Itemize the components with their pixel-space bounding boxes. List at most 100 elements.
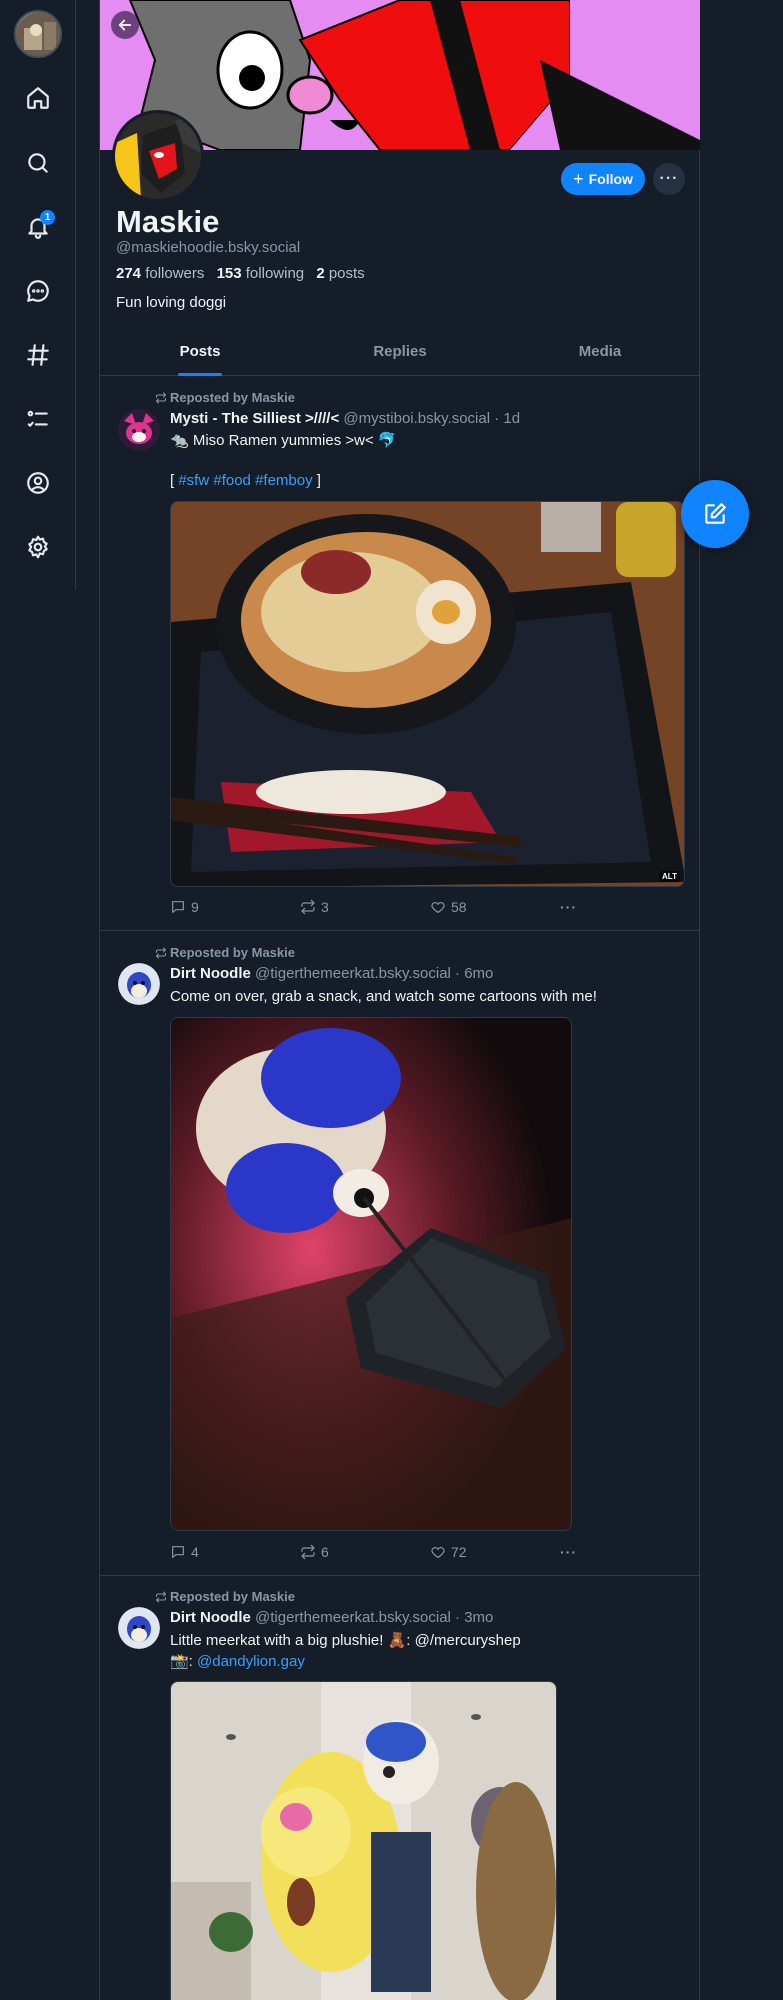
ellipsis-icon: ··· — [560, 1544, 577, 1560]
list-icon — [27, 410, 48, 427]
image-alt-badge[interactable]: ALT — [659, 871, 680, 882]
post-header: Dirt Noodle @tigerthemeerkat.bsky.social… — [170, 1609, 493, 1626]
ramen-photo — [171, 502, 684, 886]
post-tags-line: [ #sfw #food #femboy ] — [170, 470, 321, 491]
ellipsis-icon: ··· — [659, 170, 679, 187]
reply-button[interactable]: 9 — [170, 899, 199, 915]
profile-nav-button[interactable] — [18, 463, 58, 503]
notification-count-badge: 1 — [40, 210, 55, 225]
repost-icon — [156, 947, 166, 958]
repost-indicator: Reposted by Maskie — [155, 945, 295, 960]
search-nav-button[interactable] — [18, 143, 58, 183]
feed-post[interactable]: Reposted by Maskie Mysti - The Silliest … — [100, 377, 700, 931]
post-author-avatar[interactable] — [118, 409, 160, 451]
left-nav-rail: 1 — [0, 0, 76, 590]
post-more-button[interactable]: ··· — [560, 899, 577, 915]
repost-label: Reposted by Maskie — [170, 390, 295, 405]
post-more-button[interactable]: ··· — [560, 1544, 577, 1560]
heart-icon — [431, 902, 445, 913]
hashtag-link[interactable]: #femboy — [255, 472, 313, 489]
meerkat-plushie-photo — [171, 1682, 556, 2000]
back-button[interactable] — [111, 11, 139, 39]
post-author-handle[interactable]: @tigerthemeerkat.bsky.social — [255, 965, 451, 982]
post-text: 🐀 Miso Ramen yummies >w< 🐬 — [170, 432, 397, 449]
follow-button-label: Follow — [588, 171, 633, 187]
profile-avatar[interactable] — [112, 110, 204, 202]
repost-button[interactable]: 6 — [300, 1544, 329, 1560]
like-count: 72 — [451, 1544, 467, 1560]
feed-post[interactable]: Reposted by Maskie Dirt Noodle @tigerthe… — [100, 931, 700, 1576]
author-avatar-image — [118, 1607, 160, 1649]
mention-link[interactable]: @dandylion.gay — [197, 1653, 305, 1670]
post-timestamp[interactable]: · 3mo — [455, 1609, 493, 1626]
followers-label: followers — [145, 265, 205, 282]
profile-more-options-button[interactable]: ··· — [653, 163, 685, 195]
repost-label: Reposted by Maskie — [170, 1589, 295, 1604]
fursuit-tv-photo — [171, 1018, 571, 1530]
followers-stat[interactable]: 274 followers — [116, 265, 204, 282]
lists-nav-button[interactable] — [18, 399, 58, 439]
arrow-left-icon — [118, 19, 132, 31]
like-button[interactable]: 58 — [430, 899, 467, 915]
profile-display-name: Maskie — [116, 204, 220, 239]
user-avatar-image — [16, 12, 60, 56]
repost-icon — [156, 392, 166, 403]
post-image[interactable] — [170, 1017, 572, 1531]
post-author-handle[interactable]: @mystiboi.bsky.social — [343, 410, 490, 427]
tab-replies[interactable]: Replies — [300, 330, 500, 375]
hashtag-link[interactable]: #sfw — [178, 472, 209, 489]
tab-media[interactable]: Media — [500, 330, 700, 375]
compose-post-button[interactable] — [681, 480, 749, 548]
post-timestamp[interactable]: · 1d — [494, 410, 520, 427]
gear-icon — [28, 535, 48, 559]
profile-bio: Fun loving doggi — [116, 294, 227, 311]
compose-icon — [705, 503, 726, 524]
post-image[interactable] — [170, 1681, 557, 2000]
settings-nav-button[interactable] — [18, 527, 58, 567]
repost-count: 3 — [321, 899, 329, 915]
reply-count: 4 — [191, 1544, 199, 1560]
posts-count: 2 — [316, 265, 325, 282]
repost-icon — [156, 1591, 166, 1602]
post-author-avatar[interactable] — [118, 963, 160, 1005]
reply-icon — [172, 901, 184, 913]
post-actions: 4 6 72 ··· — [170, 1544, 590, 1564]
profile-main-column: + Follow ··· Maskie @maskiehoodie.bsky.s… — [99, 0, 700, 2000]
plus-icon: + — [573, 169, 584, 189]
repost-button[interactable]: 3 — [300, 899, 329, 915]
post-author-name[interactable]: Dirt Noodle — [170, 1609, 251, 1626]
following-count: 153 — [216, 265, 242, 282]
followers-count: 274 — [116, 265, 142, 282]
search-icon — [28, 153, 48, 173]
chat-nav-button[interactable] — [18, 271, 58, 311]
like-button[interactable]: 72 — [430, 1544, 467, 1560]
author-avatar-image — [118, 963, 160, 1005]
author-avatar-image — [118, 409, 160, 451]
post-author-handle[interactable]: @tigerthemeerkat.bsky.social — [255, 1609, 451, 1626]
post-header: Mysti - The Silliest >////< @mystiboi.bs… — [170, 410, 520, 427]
follow-button[interactable]: + Follow — [561, 163, 645, 195]
repost-count: 6 — [321, 1544, 329, 1560]
home-nav-button[interactable] — [18, 78, 58, 118]
repost-label: Reposted by Maskie — [170, 945, 295, 960]
repost-indicator: Reposted by Maskie — [155, 390, 295, 405]
reply-button[interactable]: 4 — [170, 1544, 199, 1560]
feed-post[interactable]: Reposted by Maskie Dirt Noodle @tigerthe… — [100, 1576, 700, 2000]
post-author-name[interactable]: Mysti - The Silliest >////< — [170, 410, 339, 427]
chat-bubble-icon — [27, 280, 49, 302]
post-author-avatar[interactable] — [118, 1607, 160, 1649]
post-timestamp[interactable]: · 6mo — [455, 965, 493, 982]
post-image[interactable]: ALT — [170, 501, 685, 887]
tags-close-bracket: ] — [312, 472, 321, 489]
posts-stat: 2 posts — [316, 265, 364, 282]
profile-handle: @maskiehoodie.bsky.social — [116, 239, 301, 256]
following-stat[interactable]: 153 following — [217, 265, 305, 282]
post-credit-line: 📸: @dandylion.gay — [170, 1651, 305, 1672]
feeds-nav-button[interactable] — [18, 335, 58, 375]
post-author-name[interactable]: Dirt Noodle — [170, 965, 251, 982]
hashtag-link[interactable]: #food — [213, 472, 251, 489]
notifications-nav-button[interactable]: 1 — [18, 207, 58, 247]
posts-label: posts — [328, 265, 365, 282]
current-user-avatar[interactable] — [14, 10, 62, 58]
tab-posts[interactable]: Posts — [100, 330, 300, 375]
